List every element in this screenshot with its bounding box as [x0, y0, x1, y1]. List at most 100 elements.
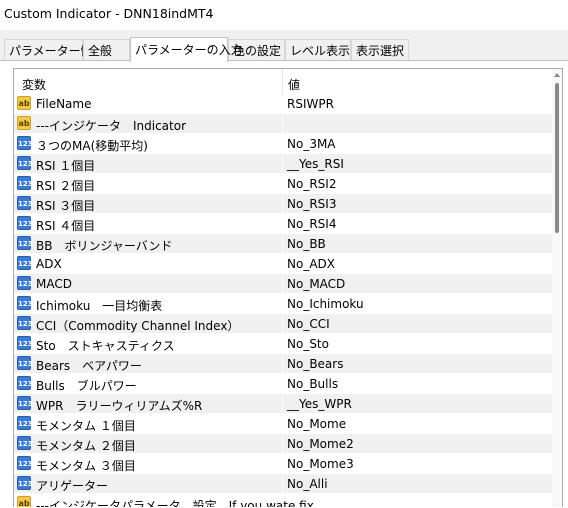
tab-levels[interactable]: レベル表示 — [285, 39, 351, 61]
cell-divider — [282, 174, 283, 194]
parameter-row[interactable]: ab FileName RSIWPR — [14, 94, 552, 114]
parameter-name: Bears ベアパワー — [36, 359, 142, 373]
integer-type-icon: 123 — [17, 316, 33, 330]
parameter-value[interactable]: No_RSI2 — [287, 177, 336, 191]
cell-divider — [282, 154, 283, 174]
parameter-value[interactable]: No_3MA — [287, 137, 336, 151]
integer-type-icon: 123 — [17, 456, 33, 470]
cell-divider — [282, 234, 283, 254]
cell-divider — [282, 314, 283, 334]
parameter-name: Bulls ブルパワー — [36, 379, 137, 393]
parameter-name: モメンタム ３個目 — [36, 459, 136, 473]
parameter-name: RSI ４個目 — [36, 219, 96, 233]
cell-divider — [282, 274, 283, 294]
parameter-row[interactable]: 123 RSI ３個目 No_RSI3 — [14, 194, 552, 214]
parameter-value[interactable]: No_Bears — [287, 357, 343, 371]
tab-label: パラメーターの入力 — [135, 43, 243, 57]
cell-divider — [282, 254, 283, 274]
column-header-variable[interactable]: 変数 — [22, 76, 46, 93]
parameter-row[interactable]: 123 MACD No_MACD — [14, 274, 552, 294]
scroll-up-icon[interactable] — [554, 73, 560, 77]
integer-type-icon: 123 — [17, 376, 33, 390]
parameter-row[interactable]: 123 RSI ２個目 No_RSI2 — [14, 174, 552, 194]
cell-divider — [282, 334, 283, 354]
tab-visualization[interactable]: 表示選択 — [351, 39, 409, 61]
integer-type-icon: 123 — [17, 416, 33, 430]
integer-type-icon: 123 — [17, 136, 33, 150]
parameter-value[interactable]: No_Bulls — [287, 377, 338, 391]
parameter-row[interactable]: ab ---インジケータ Indicator — [14, 114, 552, 134]
parameter-name: ---インジケータ Indicator — [36, 119, 187, 133]
parameter-name: ADX — [36, 257, 62, 271]
parameter-row[interactable]: 123 RSI １個目 __Yes_RSI — [14, 154, 552, 174]
parameter-name: アリゲーター — [36, 479, 109, 493]
parameter-name: ---インジケータパラメータ 設定 If you wate fix — [36, 499, 314, 507]
parameter-value[interactable]: No_Alli — [287, 477, 328, 491]
integer-type-icon: 123 — [17, 356, 33, 370]
parameter-value[interactable]: No_Sto — [287, 337, 329, 351]
parameter-name: モメンタム １個目 — [36, 419, 136, 433]
integer-type-icon: 123 — [17, 176, 33, 190]
string-type-icon: ab — [17, 96, 31, 110]
parameter-row[interactable]: 123 WPR ラリーウィリアムズ%R __Yes_WPR — [14, 394, 552, 414]
tab-bar: パラメーター情報 全般 パラメーターの入力 色の設定 レベル表示 表示選択 — [0, 37, 568, 62]
parameter-row[interactable]: 123 モメンタム ２個目 No_Mome2 — [14, 434, 552, 454]
tab-parameter-info[interactable]: パラメーター情報 — [4, 39, 105, 61]
scrollbar-thumb[interactable] — [555, 83, 559, 233]
parameter-value[interactable]: No_RSI3 — [287, 197, 336, 211]
parameter-name: ３つのMA(移動平均) — [36, 139, 148, 153]
string-type-icon: ab — [17, 116, 31, 130]
parameter-value[interactable]: No_Mome2 — [287, 437, 354, 451]
tab-general[interactable]: 全般 — [83, 39, 130, 61]
column-header-value[interactable]: 値 — [288, 76, 300, 93]
parameter-name: Sto ストキャスティクス — [36, 339, 175, 353]
parameter-row[interactable]: 123 CCI（Commodity Channel Index） No_CCI — [14, 314, 552, 334]
parameter-name: BB ボリンジャーバンド — [36, 239, 173, 253]
parameter-row[interactable]: 123 Ichimoku 一目均衡表 No_Ichimoku — [14, 294, 552, 314]
parameter-row[interactable]: 123 Bears ベアパワー No_Bears — [14, 354, 552, 374]
parameter-value[interactable]: No_MACD — [287, 277, 345, 291]
integer-type-icon: 123 — [17, 216, 33, 230]
parameter-value[interactable]: __Yes_WPR — [287, 397, 352, 411]
parameter-value[interactable]: __Yes_RSI — [287, 157, 344, 171]
parameter-value[interactable]: No_Mome — [287, 417, 346, 431]
parameter-row[interactable]: 123 モメンタム ３個目 No_Mome3 — [14, 454, 552, 474]
cell-divider — [282, 214, 283, 234]
cell-divider — [282, 114, 283, 134]
parameter-name: RSI ３個目 — [36, 199, 96, 213]
cell-divider — [282, 474, 283, 494]
parameter-value[interactable]: RSIWPR — [287, 97, 334, 111]
parameter-name: CCI（Commodity Channel Index） — [36, 319, 240, 333]
integer-type-icon: 123 — [17, 296, 33, 310]
parameter-value[interactable]: No_Mome3 — [287, 457, 354, 471]
parameter-name: モメンタム ２個目 — [36, 439, 136, 453]
parameter-grid: 変数 値 ab FileName RSIWPR ab ---インジケータ Indicat… — [13, 68, 563, 507]
grid-rows: ab FileName RSIWPR ab ---インジケータ Indicator 123… — [14, 94, 552, 507]
parameter-row[interactable]: ab ---インジケータパラメータ 設定 If you wate fix — [14, 494, 552, 507]
integer-type-icon: 123 — [17, 476, 33, 490]
string-type-icon: ab — [17, 496, 31, 507]
parameter-value[interactable]: No_Ichimoku — [287, 297, 364, 311]
parameter-row[interactable]: 123 アリゲーター No_Alli — [14, 474, 552, 494]
parameter-value[interactable]: No_CCI — [287, 317, 330, 331]
vertical-scrollbar[interactable] — [552, 69, 562, 507]
parameter-row[interactable]: 123 Bulls ブルパワー No_Bulls — [14, 374, 552, 394]
tab-parameter-input[interactable]: パラメーターの入力 — [130, 37, 243, 62]
parameter-value[interactable]: No_ADX — [287, 257, 335, 271]
parameter-name: MACD — [36, 277, 72, 291]
parameter-value[interactable]: No_BB — [287, 237, 326, 251]
integer-type-icon: 123 — [17, 156, 33, 170]
parameter-row[interactable]: 123 RSI ４個目 No_RSI4 — [14, 214, 552, 234]
parameter-row[interactable]: 123 モメンタム １個目 No_Mome — [14, 414, 552, 434]
cell-divider — [282, 134, 283, 154]
parameter-row[interactable]: 123 ADX No_ADX — [14, 254, 552, 274]
parameter-row[interactable]: 123 BB ボリンジャーバンド No_BB — [14, 234, 552, 254]
integer-type-icon: 123 — [17, 276, 33, 290]
integer-type-icon: 123 — [17, 396, 33, 410]
parameter-row[interactable]: 123 ３つのMA(移動平均) No_3MA — [14, 134, 552, 154]
column-divider[interactable] — [282, 69, 283, 94]
parameter-row[interactable]: 123 Sto ストキャスティクス No_Sto — [14, 334, 552, 354]
cell-divider — [282, 354, 283, 374]
tab-label: 表示選択 — [356, 44, 405, 58]
parameter-value[interactable]: No_RSI4 — [287, 217, 336, 231]
